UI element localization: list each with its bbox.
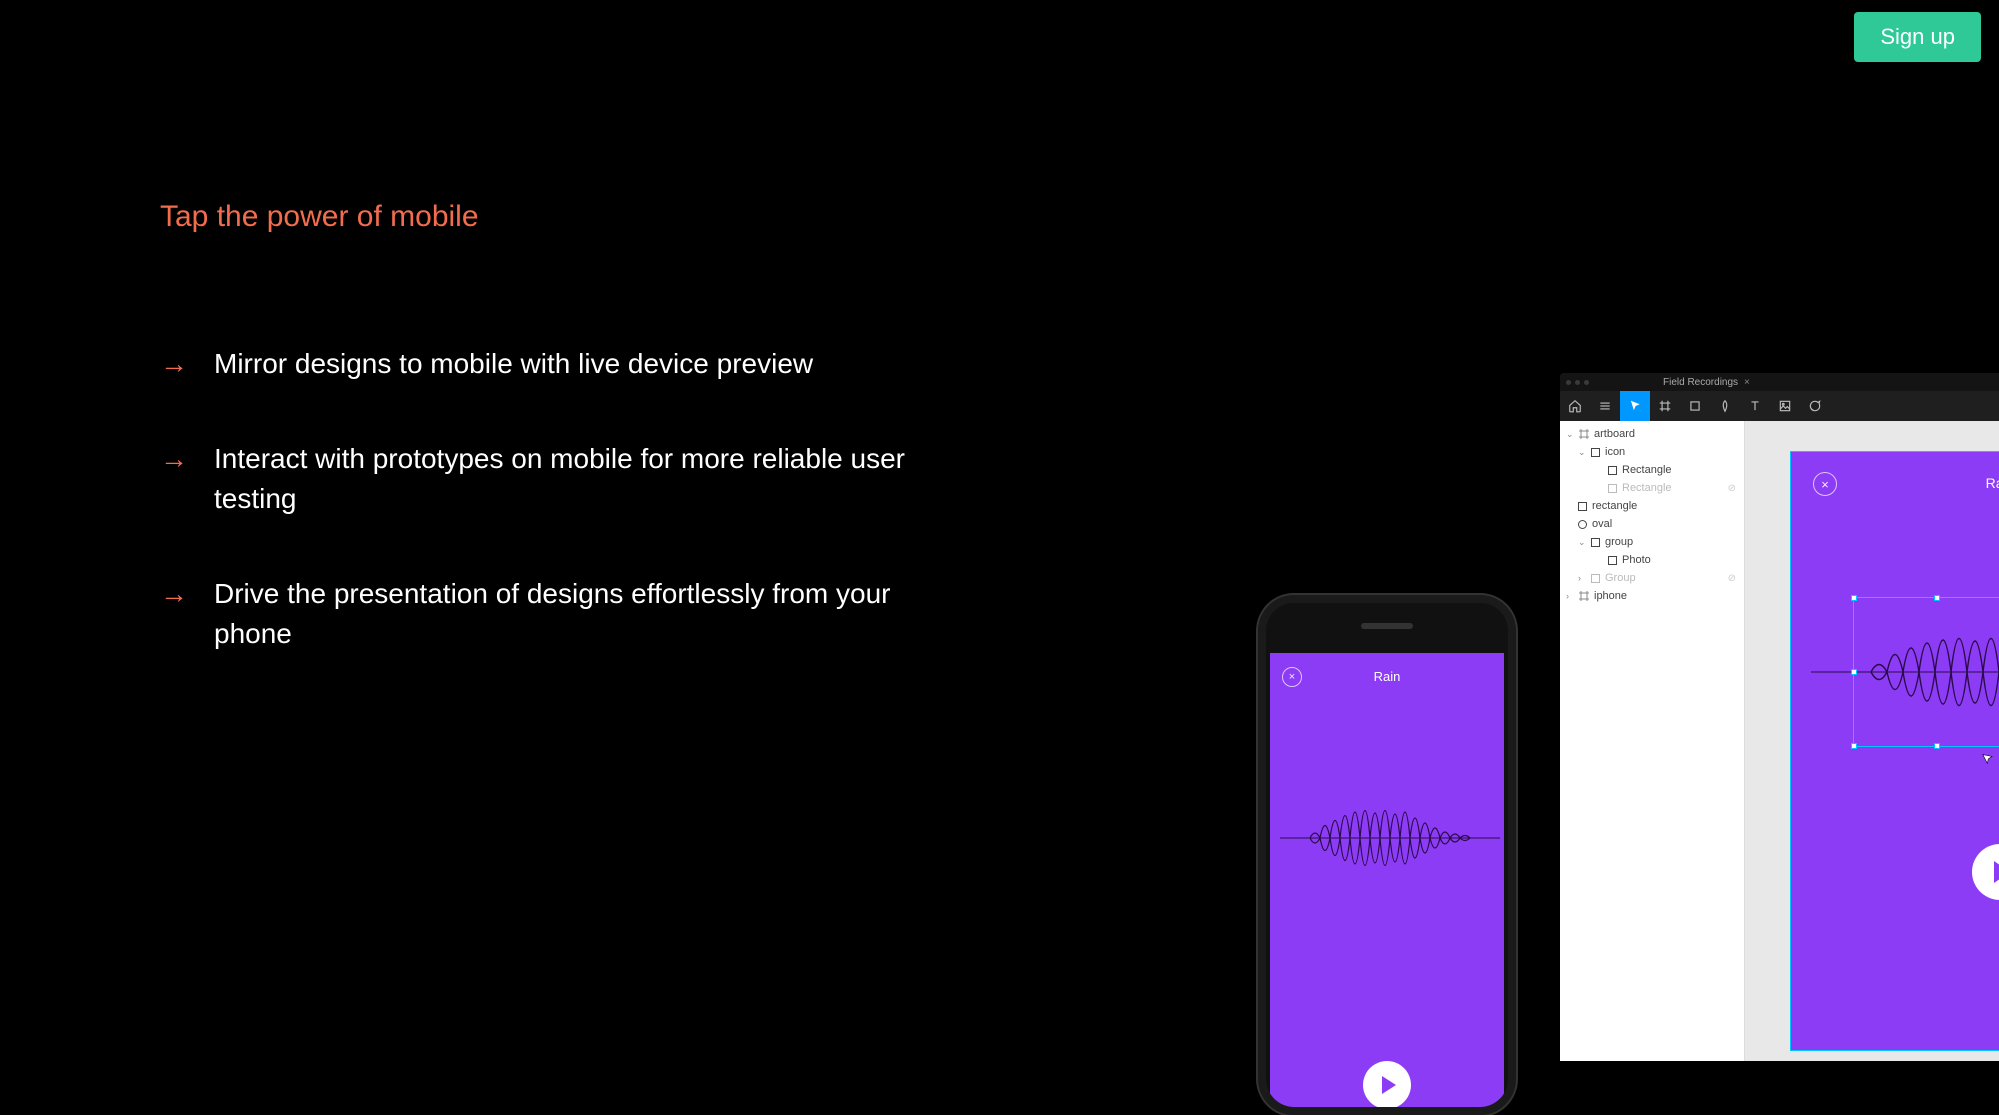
layer-label: rectangle [1592,500,1637,512]
signup-button[interactable]: Sign up [1854,12,1981,62]
document-tab[interactable]: Field Recordings × [1663,377,1750,388]
layer-label: group [1605,536,1633,548]
layer-label: icon [1605,446,1625,458]
selection-box[interactable] [1853,597,1999,747]
artboard-icon [1579,591,1589,601]
rectangle-icon [1608,466,1617,475]
chevron-down-icon[interactable]: ⌄ [1578,447,1586,458]
chevron-down-icon[interactable]: ⌄ [1566,429,1574,440]
pen-tool-icon[interactable] [1710,391,1740,421]
layer-row-artboard[interactable]: ⌄ artboard [1560,425,1744,443]
feature-item: → Interact with prototypes on mobile for… [160,439,920,520]
resize-handle-icon[interactable] [1851,743,1857,749]
cursor-icon [1980,751,1997,770]
editor-toolbar [1560,391,1999,421]
editor-tabbar: Field Recordings × [1560,373,1999,391]
link-icon: ⊘ [1728,573,1736,584]
feature-text: Interact with prototypes on mobile for m… [214,439,920,520]
arrow-right-icon: → [160,344,188,385]
play-button[interactable] [1363,1061,1411,1109]
tab-label: Field Recordings [1663,377,1738,388]
feature-item: → Drive the presentation of designs effo… [160,574,920,655]
editor-canvas[interactable]: × Rain [1745,421,1999,1061]
window-control-icon [1575,380,1580,385]
menu-icon[interactable] [1590,391,1620,421]
layer-row-photo[interactable]: Photo [1560,551,1744,569]
rectangle-icon [1591,538,1600,547]
image-tool-icon[interactable] [1770,391,1800,421]
rectangle-tool-icon[interactable] [1680,391,1710,421]
waveform-icon [1280,778,1500,898]
layer-row-icon[interactable]: ⌄ icon [1560,443,1744,461]
rectangle-icon [1578,502,1587,511]
arrow-right-icon: → [160,439,188,480]
play-button[interactable] [1972,844,1999,900]
phone-screen: × Rain [1270,653,1504,1107]
close-icon[interactable]: × [1744,377,1750,388]
layer-row-iphone[interactable]: › iphone [1560,587,1744,605]
text-tool-icon[interactable] [1740,391,1770,421]
window-control-icon [1584,380,1589,385]
feature-text: Drive the presentation of designs effort… [214,574,920,655]
layer-label: oval [1592,518,1612,530]
layer-row-rectangle[interactable]: Rectangle [1560,461,1744,479]
rectangle-icon [1608,556,1617,565]
layer-label: artboard [1594,428,1635,440]
layer-row-group-dim[interactable]: › Group ⊘ [1560,569,1744,587]
chevron-right-icon[interactable]: › [1578,573,1586,583]
feature-list: → Mirror designs to mobile with live dev… [160,344,920,655]
section-heading: Tap the power of mobile [160,200,920,234]
home-icon[interactable] [1560,391,1590,421]
layer-label: iphone [1594,590,1627,602]
artboard-icon [1579,429,1589,439]
chevron-down-icon[interactable]: ⌄ [1578,537,1586,548]
marketing-copy: Tap the power of mobile → Mirror designs… [160,200,920,709]
layer-label: Photo [1622,554,1651,566]
layer-label: Group [1605,572,1636,584]
resize-handle-icon[interactable] [1851,595,1857,601]
arrow-right-icon: → [160,574,188,615]
phone-mockup: × Rain [1258,595,1516,1115]
editor-body: ⌄ artboard ⌄ icon Rectangle Rectangle ⊘ [1560,421,1999,1061]
circle-icon [1578,520,1587,529]
link-icon: ⊘ [1728,483,1736,494]
layer-row-rectangle-dim[interactable]: Rectangle ⊘ [1560,479,1744,497]
artboard-tool-icon[interactable] [1650,391,1680,421]
design-editor-window: Field Recordings × [1560,373,1999,1061]
rectangle-icon [1591,448,1600,457]
layer-row-group[interactable]: ⌄ group [1560,533,1744,551]
layers-panel[interactable]: ⌄ artboard ⌄ icon Rectangle Rectangle ⊘ [1560,421,1745,1061]
resize-handle-icon[interactable] [1851,669,1857,675]
phone-app-title: Rain [1270,669,1504,684]
pointer-tool-icon[interactable] [1620,391,1650,421]
feature-text: Mirror designs to mobile with live devic… [214,344,920,385]
rectangle-icon [1608,484,1617,493]
canvas-artboard[interactable]: × Rain [1790,451,1999,1051]
layer-label: Rectangle [1622,464,1672,476]
layer-label: Rectangle [1622,482,1672,494]
comment-tool-icon[interactable] [1800,391,1830,421]
window-control-icon [1566,380,1571,385]
resize-handle-icon[interactable] [1934,595,1940,601]
layer-row-oval[interactable]: oval [1560,515,1744,533]
phone-speaker [1361,623,1413,629]
rectangle-icon [1591,574,1600,583]
chevron-right-icon[interactable]: › [1566,591,1574,601]
layer-row-rectangle-low[interactable]: rectangle [1560,497,1744,515]
canvas-artboard-title: Rain [1791,475,1999,491]
resize-handle-icon[interactable] [1934,743,1940,749]
feature-item: → Mirror designs to mobile with live dev… [160,344,920,385]
